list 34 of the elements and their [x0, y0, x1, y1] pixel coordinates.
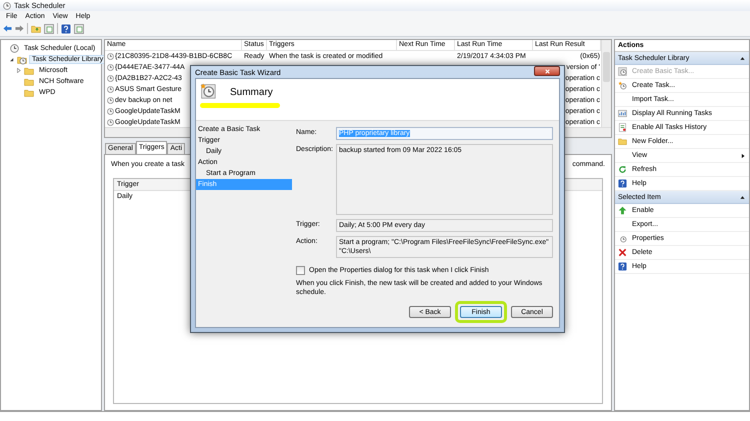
help-icon [618, 179, 627, 188]
bar-chart-icon [618, 109, 627, 118]
clock-icon [618, 234, 627, 243]
help-icon[interactable] [61, 24, 71, 34]
folder-icon[interactable] [31, 24, 41, 34]
document-icon [618, 123, 627, 132]
collapse-arrow-icon[interactable] [739, 194, 746, 200]
close-icon [544, 68, 550, 74]
close-button[interactable] [534, 66, 560, 76]
folder-icon [618, 137, 627, 146]
refresh-icon [618, 165, 627, 174]
panel-icon[interactable] [74, 24, 84, 34]
clock-icon [107, 75, 114, 82]
vertical-scrollbar[interactable] [601, 40, 611, 127]
cross-icon [618, 248, 627, 257]
wizard-heading: Summary [230, 87, 273, 98]
clock-icon [10, 44, 19, 53]
forward-arrow-icon[interactable] [15, 24, 24, 33]
collapsed-triangle-icon[interactable] [15, 67, 22, 74]
clock-window-icon [618, 67, 627, 76]
help-icon [618, 262, 627, 271]
clock-icon [107, 53, 114, 60]
collapse-arrow-icon[interactable] [739, 54, 746, 62]
panel-icon[interactable] [44, 24, 54, 34]
back-arrow-icon[interactable] [3, 24, 12, 33]
checkbox[interactable] [296, 266, 305, 275]
clock-icon [107, 97, 114, 104]
folder-icon [17, 54, 27, 64]
clock-icon [107, 64, 114, 71]
clock-star-icon [200, 83, 216, 99]
clock-icon [107, 108, 114, 115]
up-arrow-icon [618, 206, 627, 215]
clock-icon [107, 86, 114, 93]
expanded-triangle-icon[interactable] [8, 56, 15, 63]
